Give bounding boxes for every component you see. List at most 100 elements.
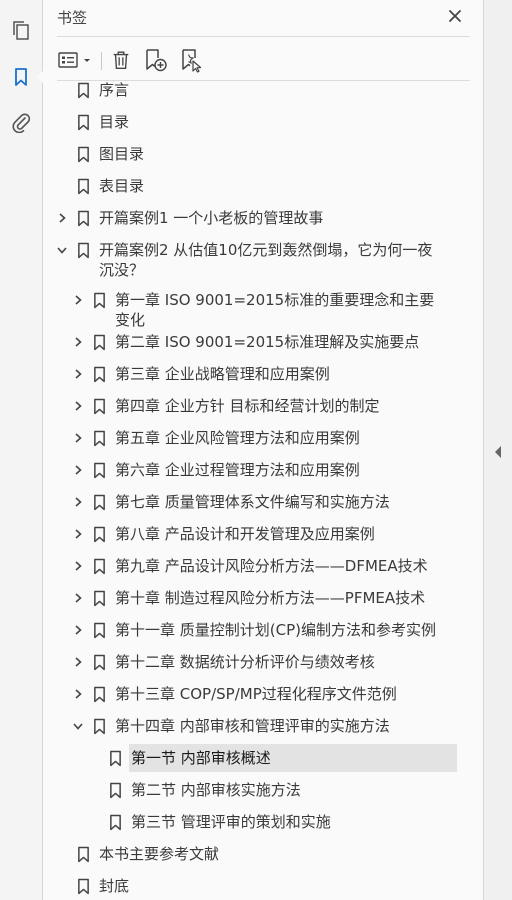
bookmark-item[interactable]: 第十二章 数据统计分析评价与绩效考核	[43, 646, 461, 678]
bookmark-label: 第二节 内部审核实施方法	[131, 781, 301, 799]
bookmark-icon	[92, 358, 106, 390]
new-bookmark-icon	[146, 49, 167, 72]
bookmark-item[interactable]: 开篇案例2 从估值10亿元到轰然倒塌，它为何一夜沉没？	[43, 234, 461, 284]
bookmark-item[interactable]: 第三章 企业战略管理和应用案例	[43, 358, 461, 390]
collapse-panel-icon[interactable]	[492, 444, 504, 460]
bookmark-item[interactable]: 第五章 企业风险管理方法和应用案例	[43, 422, 461, 454]
bookmark-label: 第十章 制造过程风险分析方法——PFMEA技术	[115, 589, 426, 607]
bookmark-label: 第三章 企业战略管理和应用案例	[115, 365, 330, 383]
bookmark-item[interactable]: 第六章 企业过程管理方法和应用案例	[43, 454, 461, 486]
bookmark-item[interactable]: 第七章 质量管理体系文件编写和实施方法	[43, 486, 461, 518]
bookmark-icon	[108, 742, 122, 774]
bookmark-label: 第七章 质量管理体系文件编写和实施方法	[115, 493, 390, 511]
chevron-right-icon[interactable]	[71, 358, 85, 390]
bookmark-icon[interactable]	[8, 64, 45, 90]
pages-icon[interactable]	[8, 17, 34, 43]
bookmark-icon	[92, 390, 106, 422]
bookmark-item[interactable]: 第十章 制造过程风险分析方法——PFMEA技术	[43, 582, 461, 614]
chevron-right-icon[interactable]	[71, 582, 85, 614]
bookmark-label: 第五章 企业风险管理方法和应用案例	[115, 429, 360, 447]
find-bookmark-icon	[182, 49, 202, 73]
bookmark-icon	[92, 454, 106, 486]
bookmark-icon	[76, 838, 90, 870]
bookmark-label: 第十四章 内部审核和管理评审的实施方法	[115, 717, 390, 735]
bookmark-icon	[76, 82, 90, 106]
bookmark-label: 开篇案例2 从估值10亿元到轰然倒塌，它为何一夜沉没？	[99, 241, 433, 279]
bookmark-item[interactable]: 开篇案例1 一个小老板的管理故事	[43, 202, 461, 234]
bookmark-item[interactable]: 序言	[43, 82, 461, 106]
chevron-right-icon[interactable]	[55, 202, 69, 234]
chevron-right-icon[interactable]	[71, 646, 85, 678]
bookmark-item[interactable]: 第二章 ISO 9001=2015标准理解及实施要点	[43, 326, 461, 358]
find-bookmark-button[interactable]	[177, 46, 205, 74]
attachment-icon[interactable]	[8, 109, 34, 135]
chevron-right-icon[interactable]	[71, 326, 85, 358]
chevron-right-icon[interactable]	[71, 550, 85, 582]
panel-header: 书签	[43, 0, 483, 36]
bookmark-icon	[92, 646, 106, 678]
bookmark-item[interactable]: 第九章 产品设计风险分析方法——DFMEA技术	[43, 550, 461, 582]
bookmark-icon	[108, 806, 122, 838]
chevron-right-icon[interactable]	[71, 422, 85, 454]
bookmark-label: 第四章 企业方针 目标和经营计划的制定	[115, 397, 380, 415]
close-icon[interactable]	[445, 6, 465, 26]
bookmark-item[interactable]: 第十三章 COP/SP/MP过程化程序文件范例	[43, 678, 461, 710]
panel-splitter[interactable]	[483, 0, 512, 900]
bookmark-icon	[92, 284, 106, 316]
toolbar-separator	[101, 52, 102, 70]
bookmark-item[interactable]: 图目录	[43, 138, 461, 170]
chevron-right-icon[interactable]	[71, 678, 85, 710]
chevron-down-icon[interactable]	[71, 710, 85, 742]
bookmark-label: 第十一章 质量控制计划(CP)编制方法和参考实例	[115, 621, 436, 639]
bookmark-label: 表目录	[99, 177, 145, 195]
panel-title: 书签	[57, 9, 88, 27]
chevron-right-icon[interactable]	[71, 486, 85, 518]
bookmark-label: 第六章 企业过程管理方法和应用案例	[115, 461, 360, 479]
chevron-right-icon[interactable]	[71, 518, 85, 550]
bookmark-icon	[92, 518, 106, 550]
delete-button[interactable]	[109, 46, 133, 74]
chevron-right-icon[interactable]	[71, 390, 85, 422]
bookmark-icon	[92, 710, 106, 742]
chevron-right-icon[interactable]	[71, 284, 85, 316]
bookmark-item[interactable]: 第一节 内部审核概述	[43, 742, 461, 774]
bookmark-label: 第一节 内部审核概述	[131, 749, 271, 767]
chevron-right-icon[interactable]	[71, 614, 85, 646]
bookmark-label: 第三节 管理评审的策划和实施	[131, 813, 331, 831]
divider	[57, 36, 470, 37]
chevron-right-icon[interactable]	[71, 454, 85, 486]
bookmark-label: 目录	[99, 113, 130, 131]
bookmark-item[interactable]: 表目录	[43, 170, 461, 202]
bookmark-item[interactable]: 封底	[43, 870, 461, 900]
bookmark-label: 第十二章 数据统计分析评价与绩效考核	[115, 653, 375, 671]
bookmarks-toolbar	[43, 40, 483, 80]
bookmark-item[interactable]: 目录	[43, 106, 461, 138]
bookmarks-window: 书签 序言 目录 图目录 表目录 开篇案例1 一个小老板的管理故事 开篇案例2 …	[0, 0, 512, 900]
bookmark-icon	[76, 870, 90, 900]
bookmarks-panel: 书签 序言 目录 图目录 表目录 开篇案例1 一个小老板的管理故事 开篇案例2 …	[43, 0, 512, 900]
bookmark-icon	[92, 678, 106, 710]
bookmark-item[interactable]: 第二节 内部审核实施方法	[43, 774, 461, 806]
bookmark-label: 第八章 产品设计和开发管理及应用案例	[115, 525, 375, 543]
new-bookmark-button[interactable]	[141, 46, 169, 74]
chevron-down-icon[interactable]	[55, 234, 69, 266]
bookmark-label: 图目录	[99, 145, 145, 163]
bookmark-label: 第九章 产品设计风险分析方法——DFMEA技术	[115, 557, 428, 575]
bookmark-item[interactable]: 第四章 企业方针 目标和经营计划的制定	[43, 390, 461, 422]
options-menu-button[interactable]	[57, 46, 95, 74]
bookmark-icon	[92, 550, 106, 582]
bookmark-label: 开篇案例1 一个小老板的管理故事	[99, 209, 324, 227]
bookmark-item[interactable]: 本书主要参考文献	[43, 838, 461, 870]
bookmark-item[interactable]: 第三节 管理评审的策划和实施	[43, 806, 461, 838]
bookmark-item[interactable]: 第十四章 内部审核和管理评审的实施方法	[43, 710, 461, 742]
bookmark-label: 第二章 ISO 9001=2015标准理解及实施要点	[115, 333, 420, 351]
bookmark-item[interactable]: 第十一章 质量控制计划(CP)编制方法和参考实例	[43, 614, 461, 646]
bookmark-icon	[92, 326, 106, 358]
bookmark-icon	[92, 582, 106, 614]
bookmark-item[interactable]: 第八章 产品设计和开发管理及应用案例	[43, 518, 461, 550]
bookmark-icon	[76, 106, 90, 138]
bookmark-icon	[76, 138, 90, 170]
bookmark-icon	[76, 170, 90, 202]
bookmark-icon	[92, 422, 106, 454]
bookmark-icon	[92, 614, 106, 646]
